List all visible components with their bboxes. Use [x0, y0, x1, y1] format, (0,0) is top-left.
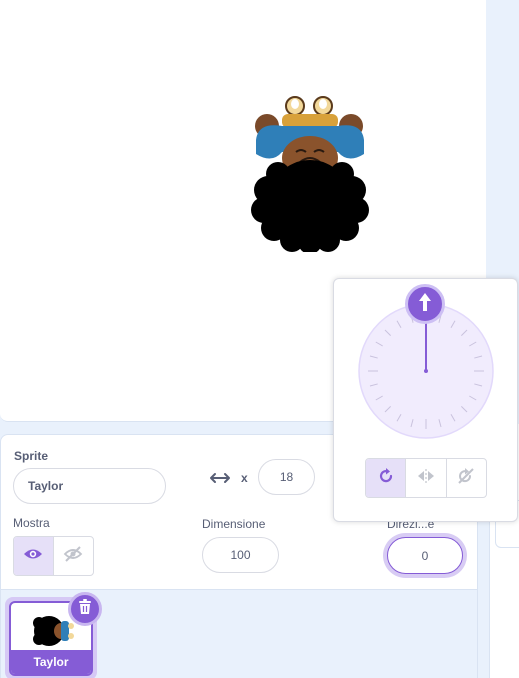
sprite-taylor-on-stage[interactable]: [238, 92, 378, 252]
sprite-name-input[interactable]: Taylor: [13, 468, 166, 504]
x-input[interactable]: 18: [258, 459, 315, 495]
dial-center: [424, 369, 428, 373]
dont-rotate-button[interactable]: [447, 459, 486, 497]
direction-input-focus-ring: 0: [383, 533, 467, 578]
direction-input[interactable]: 0: [387, 537, 463, 574]
x-label: x: [241, 471, 248, 485]
size-label: Dimensione: [202, 517, 266, 531]
direction-popover: [333, 278, 518, 522]
eye-slash-icon: [63, 545, 83, 567]
eye-icon: [23, 547, 43, 566]
dont-rotate-icon: [456, 467, 476, 490]
sprite-tile-name: Taylor: [11, 650, 91, 674]
visibility-toggle: [13, 536, 94, 576]
rotate-all-around-icon: [377, 467, 395, 490]
sprite-label: Sprite: [14, 449, 49, 463]
show-label: Mostra: [13, 516, 50, 530]
show-button[interactable]: [14, 537, 54, 575]
arrows-horizontal-icon: [209, 471, 231, 490]
hide-button[interactable]: [54, 537, 94, 575]
dial-handle[interactable]: [405, 284, 445, 324]
arrow-up-icon: [418, 292, 432, 317]
rotate-all-around-button[interactable]: [366, 459, 407, 497]
size-input[interactable]: 100: [202, 537, 279, 573]
trash-icon: [78, 598, 92, 620]
delete-sprite-button[interactable]: [68, 592, 102, 626]
left-right-flip-button[interactable]: [406, 459, 447, 497]
rotation-style-group: [365, 458, 487, 498]
left-right-flip-icon: [416, 468, 436, 489]
